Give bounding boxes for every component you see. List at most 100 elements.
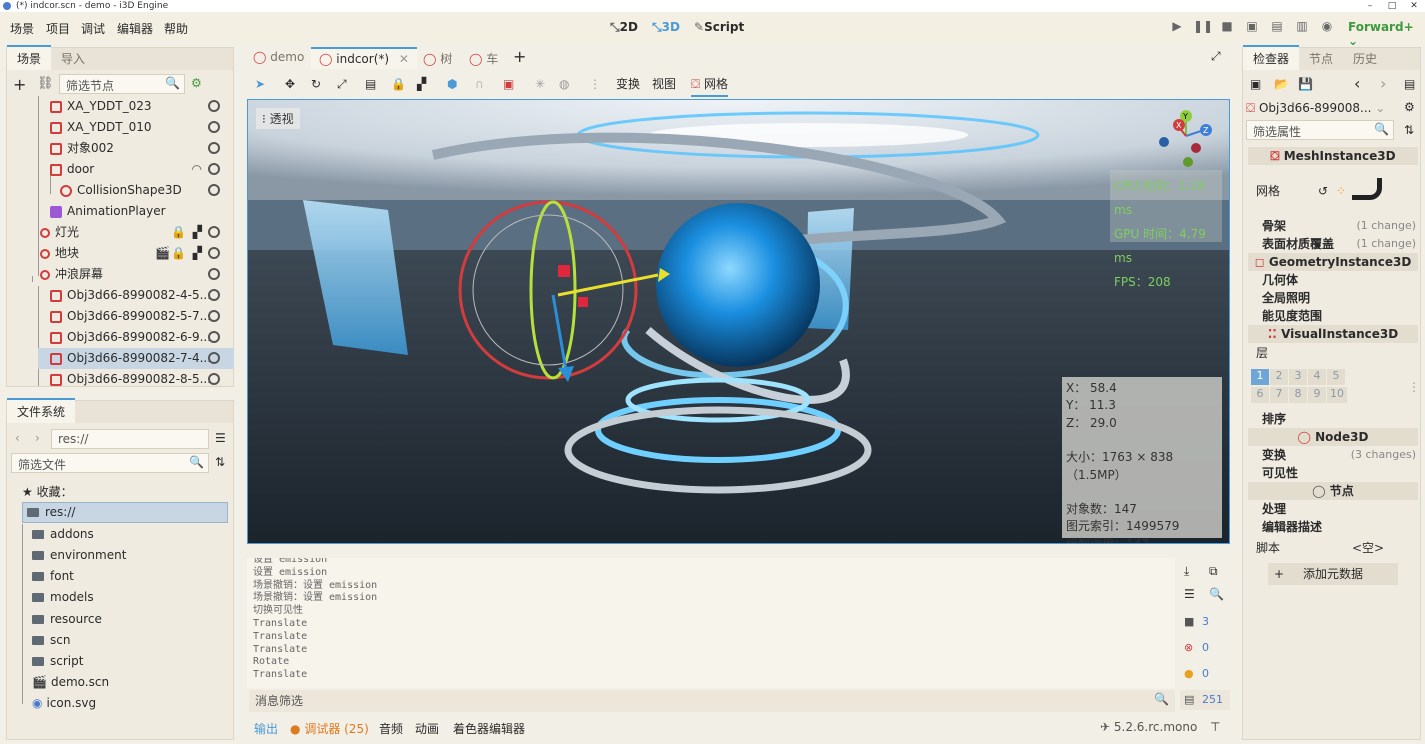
scene-tab-tree[interactable]: ◯ 树: [423, 50, 452, 67]
link-icon[interactable]: ⛓: [37, 76, 54, 91]
history-forward-icon[interactable]: ›: [1380, 74, 1386, 93]
clapper-icon[interactable]: 🎬: [155, 243, 170, 264]
tab-shader-editor[interactable]: 着色器编辑器: [453, 720, 525, 737]
visibility-range-property[interactable]: 能见度范围: [1262, 307, 1425, 325]
save-icon[interactable]: 💾: [1298, 77, 1313, 91]
warnings-toggle[interactable]: ● 0: [1180, 664, 1226, 684]
section-mesh-instance[interactable]: ⛋ MeshInstance3D: [1248, 147, 1418, 165]
group-icon[interactable]: ▞: [417, 71, 426, 97]
distraction-free-icon[interactable]: ⤢: [1211, 49, 1221, 64]
section-visual-instance[interactable]: ⁚⁚ VisualInstance3D: [1248, 325, 1418, 343]
file-item[interactable]: environment: [32, 545, 126, 566]
visibility-eye-icon[interactable]: [208, 373, 220, 385]
process-property[interactable]: 处理: [1262, 500, 1425, 518]
stop-icon[interactable]: ■: [1218, 19, 1236, 37]
minimize-button[interactable]: –: [1359, 0, 1381, 12]
file-item[interactable]: script: [32, 651, 83, 672]
tab-animation[interactable]: 动画: [415, 720, 439, 737]
layer-8[interactable]: 8: [1289, 387, 1307, 403]
file-item[interactable]: ◉ icon.svg: [32, 693, 96, 714]
collapse-icon[interactable]: ☰: [1184, 587, 1195, 601]
res-root-row[interactable]: res://: [22, 502, 228, 523]
tree-node[interactable]: Obj3d66-8990082-6-9...: [6, 327, 234, 348]
output-log[interactable]: 设置 emission 设置 emission 场景撤销：设置 emission…: [247, 558, 1175, 688]
visibility-eye-icon[interactable]: [208, 100, 220, 112]
visibility-eye-icon[interactable]: [208, 226, 220, 238]
scene-tab-demo[interactable]: ◯ demo: [253, 50, 304, 64]
tree-node[interactable]: 灯光 🔒 ▞: [6, 222, 234, 243]
tree-node[interactable]: 对象002: [6, 138, 234, 159]
find-icon[interactable]: 🔍: [1209, 587, 1224, 601]
message-filter-input[interactable]: 消息筛选 🔍: [249, 690, 1175, 712]
environment-icon[interactable]: ◍: [559, 71, 569, 97]
group-icon[interactable]: ▞: [193, 222, 202, 243]
layout-toggle-icon[interactable]: ☰: [215, 431, 226, 445]
layer-4[interactable]: 4: [1308, 369, 1326, 385]
tab-inspector[interactable]: 检查器: [1243, 45, 1300, 70]
remote-debug-icon[interactable]: ▣: [1243, 19, 1261, 37]
visibility-eye-icon[interactable]: [208, 142, 220, 154]
local-space-icon[interactable]: ⬢: [447, 71, 457, 97]
tree-node[interactable]: door ◠: [6, 159, 234, 180]
script-property[interactable]: 脚本 <空>: [1256, 539, 1424, 557]
object-selector[interactable]: ⛋ Obj3d66-899008... ⌄: [1246, 98, 1392, 118]
layer-2[interactable]: 2: [1270, 369, 1288, 385]
transform-menu[interactable]: 变换: [616, 71, 640, 97]
list-select-icon[interactable]: ▤: [365, 71, 376, 97]
tree-node[interactable]: XA_YDDT_023: [6, 96, 234, 117]
sun-icon[interactable]: ✳: [535, 71, 545, 97]
sort-icon[interactable]: ⇅: [215, 455, 225, 469]
add-metadata-button[interactable]: + 添加元数据: [1268, 563, 1398, 585]
visibility-eye-icon[interactable]: [208, 310, 220, 322]
file-item[interactable]: font: [32, 566, 74, 587]
group-icon[interactable]: ▞: [193, 243, 202, 264]
visibility-property[interactable]: 可见性: [1262, 464, 1425, 482]
total-toggle[interactable]: ▤ 251: [1180, 690, 1230, 710]
grid-menu[interactable]: ⛋ 网格: [691, 71, 728, 97]
history-back-icon[interactable]: ‹: [1354, 74, 1360, 93]
file-item[interactable]: models: [32, 587, 94, 608]
tree-node[interactable]: Obj3d66-8990082-8-5...: [6, 369, 234, 386]
add-scene-tab-icon[interactable]: +: [513, 47, 526, 66]
open-folder-icon[interactable]: 📂: [1274, 77, 1289, 91]
tab-import[interactable]: 导入: [51, 47, 95, 70]
overflow-icon[interactable]: ⋮: [589, 71, 601, 97]
close-window-button[interactable]: ✕: [1403, 0, 1425, 12]
geometry-property[interactable]: 几何体: [1262, 271, 1425, 289]
tab-scene[interactable]: 场景: [7, 45, 52, 70]
layer-6[interactable]: 6: [1251, 387, 1269, 403]
favorites-item[interactable]: ★ 收藏：: [22, 482, 73, 503]
forward-icon[interactable]: ›: [35, 431, 40, 445]
close-icon[interactable]: ✕: [399, 52, 409, 66]
pause-icon[interactable]: ❚❚: [1193, 19, 1213, 37]
scroll-lock-icon[interactable]: ⤓: [1184, 564, 1189, 579]
layer-10[interactable]: 10: [1327, 387, 1347, 403]
orientation-gizmo[interactable]: Y X Z: [1156, 108, 1216, 168]
layer-5[interactable]: 5: [1327, 369, 1345, 385]
visibility-eye-icon[interactable]: [208, 352, 220, 364]
property-filter-input[interactable]: 筛选属性 🔍: [1246, 120, 1394, 140]
back-icon[interactable]: ‹: [15, 431, 20, 445]
panel-toggle-icon[interactable]: ⊤: [1210, 720, 1220, 734]
menu-debug[interactable]: 调试: [81, 20, 105, 37]
tree-node[interactable]: 地块 🎬 🔒 ▞: [6, 243, 234, 264]
tree-node[interactable]: 冲浪屏幕: [6, 264, 234, 285]
visibility-eye-icon[interactable]: [208, 184, 220, 196]
mode-2d-button[interactable]: ⤡2D: [610, 20, 638, 35]
file-item[interactable]: 🎬 demo.scn: [32, 672, 109, 693]
gi-property[interactable]: 全局照明: [1262, 289, 1425, 307]
layer-9[interactable]: 9: [1308, 387, 1326, 403]
tab-history[interactable]: 历史: [1343, 47, 1387, 70]
move-tool-icon[interactable]: ✥: [285, 71, 295, 97]
tree-node[interactable]: AnimationPlayer: [6, 201, 234, 222]
layer-3[interactable]: 3: [1289, 369, 1307, 385]
surface-override-property[interactable]: 表面材质覆盖 (1 change): [1262, 235, 1416, 253]
visibility-eye-icon[interactable]: [208, 121, 220, 133]
select-tool-icon[interactable]: ➤: [255, 71, 265, 97]
play-icon[interactable]: ▶: [1168, 19, 1186, 37]
menu-scene[interactable]: 场景: [10, 20, 34, 37]
movie-icon[interactable]: ◉: [1318, 19, 1336, 37]
tree-node[interactable]: Obj3d66-8990082-5-7...: [6, 306, 234, 327]
copy-icon[interactable]: ⧉: [1209, 564, 1218, 579]
tree-node-selected[interactable]: Obj3d66-8990082-7-4...: [38, 348, 234, 369]
